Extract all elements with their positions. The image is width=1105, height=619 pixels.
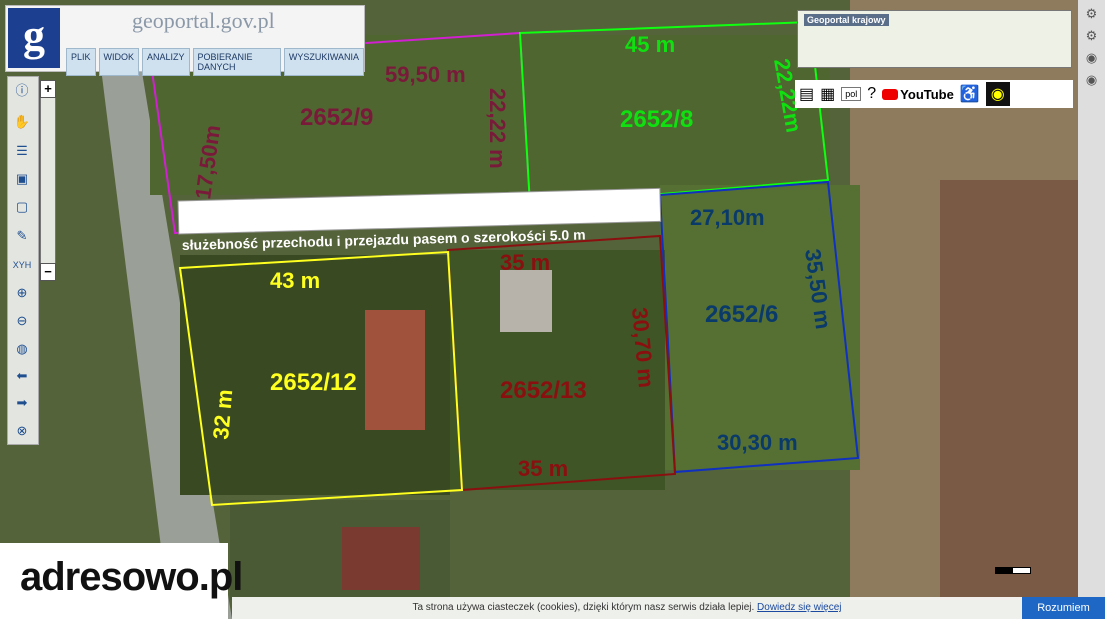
watermark-box: adresowo.pl: [0, 543, 243, 619]
map-icon[interactable]: ▦: [820, 84, 835, 104]
legend-icon[interactable]: ☰: [10, 140, 34, 162]
parcel-2652-13: 2652/13: [500, 377, 587, 404]
info-icon[interactable]: ⓘ: [10, 80, 34, 102]
right-edge-panel: ⚙ ⚙ ◉ ◉: [1078, 0, 1105, 619]
menu-plik[interactable]: PLIK: [66, 48, 96, 76]
globe-icon[interactable]: ◍: [10, 338, 34, 360]
hand-icon[interactable]: ✋: [10, 111, 34, 133]
parcel-2652-12: 2652/12: [270, 369, 357, 396]
zoom-slider[interactable]: [40, 84, 56, 280]
geoportal-brand: geoportal.gov.pl: [132, 8, 275, 33]
cookie-text: Ta strona używa ciasteczek (cookies), dz…: [412, 602, 755, 613]
menu-analizy[interactable]: ANALIZY: [142, 48, 190, 76]
right-toolbar: ▤ ▦ pol ? YouTube ♿ ◉: [795, 80, 1073, 108]
dim-32: 32 m: [208, 388, 237, 440]
zoom-out-icon[interactable]: ⊖: [10, 310, 34, 332]
top-menu: PLIK WIDOK ANALIZY POBIERANIE DANYCH WYS…: [66, 48, 364, 76]
parcel-2652-8: 2652/8: [620, 106, 693, 133]
news-icon[interactable]: ▤: [799, 84, 814, 104]
compass-icon[interactable]: ⊗: [10, 420, 34, 442]
parcel-2652-6: 2652/6: [705, 301, 778, 328]
zoom-in-icon[interactable]: ⊕: [10, 282, 34, 304]
cookie-learn-more-link[interactable]: Dowiedz się więcej: [757, 602, 841, 613]
gear-small-icon[interactable]: ⚙: [1078, 28, 1105, 44]
scale-bar: [995, 567, 1031, 574]
dim-59-50: 59,50 m: [385, 62, 466, 87]
geoportal-header: g geoportal.gov.pl PLIK WIDOK ANALIZY PO…: [5, 5, 365, 76]
dim-35-bottom: 35 m: [518, 456, 568, 481]
youtube-link[interactable]: YouTube: [882, 87, 954, 102]
menu-widok[interactable]: WIDOK: [98, 48, 140, 76]
back-arrow-icon[interactable]: ⬅: [10, 365, 34, 387]
adresowo-logo: adresowo.pl: [20, 555, 243, 599]
accessibility-icon[interactable]: ♿: [960, 84, 980, 104]
select-red-icon[interactable]: ▢: [10, 196, 34, 218]
pencil-icon[interactable]: ✎: [10, 225, 34, 247]
forward-arrow-icon[interactable]: ➡: [10, 392, 34, 414]
dim-43: 43 m: [270, 268, 320, 293]
menu-wyszukiwania[interactable]: WYSZUKIWANIA: [283, 48, 364, 76]
zoom-minus-icon[interactable]: −: [40, 263, 56, 281]
dim-45: 45 m: [625, 32, 675, 57]
help-icon[interactable]: ?: [867, 85, 876, 103]
dim-30-30: 30,30 m: [717, 430, 798, 455]
dot-icon[interactable]: ◉: [1078, 50, 1105, 66]
dim-35-top: 35 m: [500, 250, 550, 275]
settings-icon[interactable]: ⚙: [1078, 6, 1105, 22]
overview-title: Geoportal krajowy: [804, 14, 889, 26]
eye-icon[interactable]: ◉: [985, 82, 1010, 106]
youtube-label: YouTube: [900, 86, 954, 102]
dim-22-22-left: 22,22 m: [485, 88, 510, 169]
menu-pobieranie[interactable]: POBIERANIE DANYCH: [192, 48, 281, 76]
dim-27-10: 27,10m: [690, 205, 765, 230]
parcel-2652-9: 2652/9: [300, 104, 373, 131]
xyh-icon[interactable]: XYH: [10, 254, 34, 276]
select-icon[interactable]: ▣: [10, 168, 34, 190]
geoportal-logo[interactable]: g: [8, 8, 60, 68]
cookie-banner: Ta strona używa ciasteczek (cookies), dz…: [232, 597, 1022, 619]
zoom-plus-icon[interactable]: +: [40, 80, 56, 98]
eye-small-icon[interactable]: ◉: [1078, 72, 1105, 88]
youtube-icon: [882, 88, 899, 100]
cookie-accept-button[interactable]: Rozumiem: [1022, 597, 1105, 619]
overview-map[interactable]: Geoportal krajowy: [797, 10, 1072, 68]
language-select[interactable]: pol: [841, 87, 862, 101]
